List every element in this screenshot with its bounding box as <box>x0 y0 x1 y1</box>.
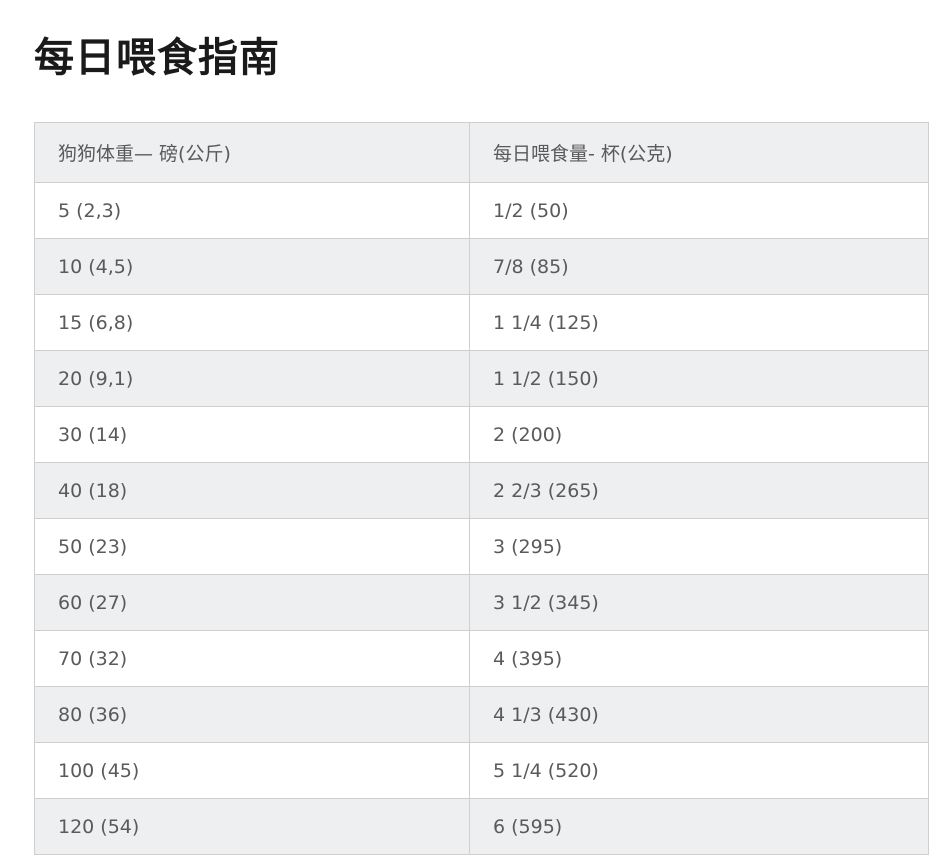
table-row: 120 (54) 6 (595) <box>34 798 929 855</box>
table-row: 20 (9,1) 1 1/2 (150) <box>34 350 929 407</box>
page: 每日喂食指南 狗狗体重— 磅(公斤) 每日喂食量- 杯(公克) 5 (2,3) … <box>0 0 946 865</box>
table-row: 100 (45) 5 1/4 (520) <box>34 742 929 799</box>
daily-amount-cell: 5 1/4 (520) <box>469 742 929 799</box>
dog-weight-cell: 5 (2,3) <box>34 182 470 239</box>
table-row: 5 (2,3) 1/2 (50) <box>34 182 929 239</box>
dog-weight-cell: 15 (6,8) <box>34 294 470 351</box>
daily-amount-cell: 6 (595) <box>469 798 929 855</box>
daily-amount-cell: 7/8 (85) <box>469 238 929 295</box>
table-row: 15 (6,8) 1 1/4 (125) <box>34 294 929 351</box>
daily-amount-cell: 4 (395) <box>469 630 929 687</box>
dog-weight-cell: 70 (32) <box>34 630 470 687</box>
page-title: 每日喂食指南 <box>34 35 280 81</box>
table-row: 80 (36) 4 1/3 (430) <box>34 686 929 743</box>
header-daily-amount: 每日喂食量- 杯(公克) <box>469 122 929 183</box>
daily-amount-cell: 1 1/2 (150) <box>469 350 929 407</box>
daily-amount-cell: 1 1/4 (125) <box>469 294 929 351</box>
dog-weight-cell: 10 (4,5) <box>34 238 470 295</box>
table-row: 50 (23) 3 (295) <box>34 518 929 575</box>
daily-amount-cell: 2 2/3 (265) <box>469 462 929 519</box>
table-row: 10 (4,5) 7/8 (85) <box>34 238 929 295</box>
dog-weight-cell: 120 (54) <box>34 798 470 855</box>
dog-weight-cell: 20 (9,1) <box>34 350 470 407</box>
table-row: 70 (32) 4 (395) <box>34 630 929 687</box>
table-row: 40 (18) 2 2/3 (265) <box>34 462 929 519</box>
table-header-row: 狗狗体重— 磅(公斤) 每日喂食量- 杯(公克) <box>34 122 929 183</box>
dog-weight-cell: 100 (45) <box>34 742 470 799</box>
table-row: 60 (27) 3 1/2 (345) <box>34 574 929 631</box>
dog-weight-cell: 50 (23) <box>34 518 470 575</box>
dog-weight-cell: 40 (18) <box>34 462 470 519</box>
dog-weight-cell: 30 (14) <box>34 406 470 463</box>
daily-amount-cell: 3 1/2 (345) <box>469 574 929 631</box>
daily-amount-cell: 3 (295) <box>469 518 929 575</box>
table-row: 30 (14) 2 (200) <box>34 406 929 463</box>
dog-weight-cell: 60 (27) <box>34 574 470 631</box>
daily-amount-cell: 4 1/3 (430) <box>469 686 929 743</box>
feeding-guide-table: 狗狗体重— 磅(公斤) 每日喂食量- 杯(公克) 5 (2,3) 1/2 (50… <box>34 122 929 855</box>
header-dog-weight: 狗狗体重— 磅(公斤) <box>34 122 470 183</box>
daily-amount-cell: 1/2 (50) <box>469 182 929 239</box>
daily-amount-cell: 2 (200) <box>469 406 929 463</box>
dog-weight-cell: 80 (36) <box>34 686 470 743</box>
